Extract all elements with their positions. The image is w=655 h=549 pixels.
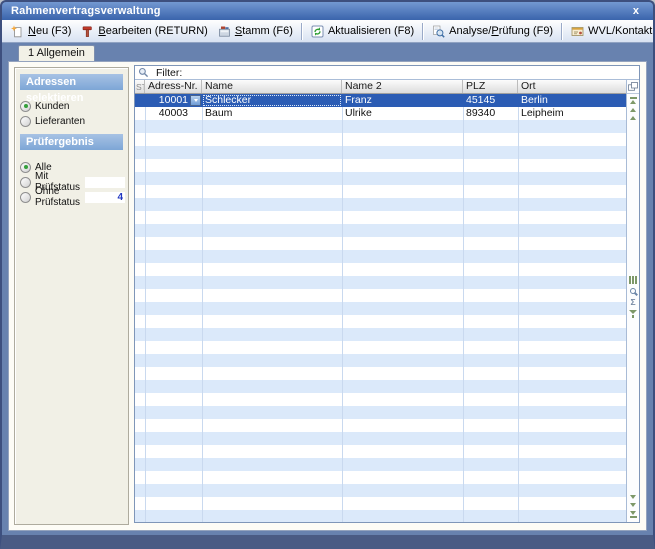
address-grid: Filter: ST Adress-Nr. Name Name 2 PLZ Or… [134, 65, 640, 523]
search-icon[interactable] [630, 288, 636, 294]
titlebar: Rahmenvertragsverwaltung x [2, 2, 653, 20]
scroll-page-down-icon[interactable] [630, 503, 636, 507]
radio-icon [20, 101, 31, 112]
column-separator [145, 94, 146, 522]
mit-pruefstatus-field[interactable] [85, 177, 125, 188]
content-panel: Adressen selektieren Kunden Lieferanten … [8, 61, 647, 531]
stamm-button[interactable]: Stamm (F6) [213, 23, 298, 40]
column-header-name[interactable]: Name [202, 80, 342, 93]
tab-allgemein[interactable]: 1 Allgemein [18, 45, 95, 61]
contact-card-icon [571, 25, 584, 38]
column-chooser-icon[interactable] [627, 80, 639, 94]
dropdown-button[interactable] [190, 95, 201, 106]
column-header-name2[interactable]: Name 2 [342, 80, 463, 93]
filter-label: Filter: [156, 67, 182, 79]
new-document-icon [11, 25, 24, 38]
radio-icon [20, 177, 31, 188]
wvl-kontakt-button[interactable]: WVL/Kontakt (F7) [566, 23, 655, 40]
radio-kunden[interactable]: Kunden [20, 99, 125, 113]
section-header-adressen: Adressen selektieren [20, 74, 123, 90]
sum-icon[interactable]: Σ [630, 298, 635, 306]
radio-icon [20, 162, 31, 173]
toolbar-separator [301, 23, 303, 40]
cell-adress-nr[interactable]: 40003 [145, 107, 202, 120]
radio-ohne-pruefstatus[interactable]: Ohne Prüfstatus [20, 190, 125, 204]
radio-icon [20, 192, 31, 203]
scroll-bottom-icon[interactable] [630, 511, 637, 518]
scroll-page-up-icon[interactable] [630, 108, 636, 112]
grid-rows: 10001 Schlecker Franz 45145 Berlin 40003… [135, 94, 626, 522]
cell-plz[interactable]: 45145 [463, 94, 518, 107]
filter-search-icon [138, 67, 149, 78]
cell-ort[interactable]: Berlin [518, 94, 626, 107]
cell-adress-nr[interactable]: 10001 [145, 94, 202, 107]
window-title: Rahmenvertragsverwaltung [11, 5, 628, 17]
window-body: 1 Allgemein Adressen selektieren Kunden … [2, 43, 653, 535]
bearbeiten-button[interactable]: Bearbeiten (RETURN) [76, 23, 212, 40]
edit-hammer-icon [81, 25, 94, 38]
grid-header-row: ST Adress-Nr. Name Name 2 PLZ Ort [135, 80, 626, 94]
toolbar-separator [561, 23, 563, 40]
table-row[interactable]: 40003 Baum Ulrike 89340 Leipheim [135, 107, 626, 120]
radio-icon [20, 116, 31, 127]
column-header-st[interactable]: ST [135, 80, 145, 93]
refresh-icon [311, 25, 324, 38]
close-icon[interactable]: x [628, 5, 644, 17]
scroll-top-icon[interactable] [630, 97, 637, 104]
column-header-plz[interactable]: PLZ [463, 80, 518, 93]
neu-button[interactable]: Neu (F3) [6, 23, 76, 40]
toolbar: Neu (F3) Bearbeiten (RETURN) Stamm (F6) … [2, 20, 653, 43]
analysis-icon [432, 25, 445, 38]
scroll-down-icon[interactable] [630, 495, 636, 499]
cell-name2[interactable]: Ulrike [342, 107, 463, 120]
cell-plz[interactable]: 89340 [463, 107, 518, 120]
aktualisieren-button[interactable]: Aktualisieren (F8) [306, 23, 419, 40]
column-header-ort[interactable]: Ort [518, 80, 626, 93]
table-row[interactable]: 10001 Schlecker Franz 45145 Berlin [135, 94, 626, 107]
radio-lieferanten[interactable]: Lieferanten [20, 114, 125, 128]
section-header-pruefergebnis: Prüfergebnis [20, 134, 123, 150]
cell-name2[interactable]: Franz [342, 94, 463, 107]
cell-name[interactable]: Baum [202, 107, 342, 120]
column-separator [342, 94, 343, 522]
analyse-pruefung-button[interactable]: Analyse/Prüfung (F9) [427, 23, 558, 40]
ohne-pruefstatus-count-field[interactable] [85, 192, 125, 203]
master-data-icon [218, 25, 231, 38]
grid-filter-row[interactable]: Filter: [135, 66, 639, 80]
column-header-adress-nr[interactable]: Adress-Nr. [145, 80, 202, 93]
app-window: Rahmenvertragsverwaltung x Neu (F3) Bear… [0, 0, 655, 549]
columns-icon[interactable] [629, 276, 637, 284]
column-separator [518, 94, 519, 522]
cell-ort[interactable]: Leipheim [518, 107, 626, 120]
grid-side-rail: Σ [626, 80, 639, 522]
filter-funnel-icon[interactable] [629, 310, 637, 318]
column-separator [202, 94, 203, 522]
toolbar-separator [422, 23, 424, 40]
column-separator [463, 94, 464, 522]
scroll-up-icon[interactable] [630, 116, 636, 120]
cell-name[interactable]: Schlecker [202, 94, 342, 107]
sidebar: Adressen selektieren Kunden Lieferanten … [14, 67, 129, 525]
